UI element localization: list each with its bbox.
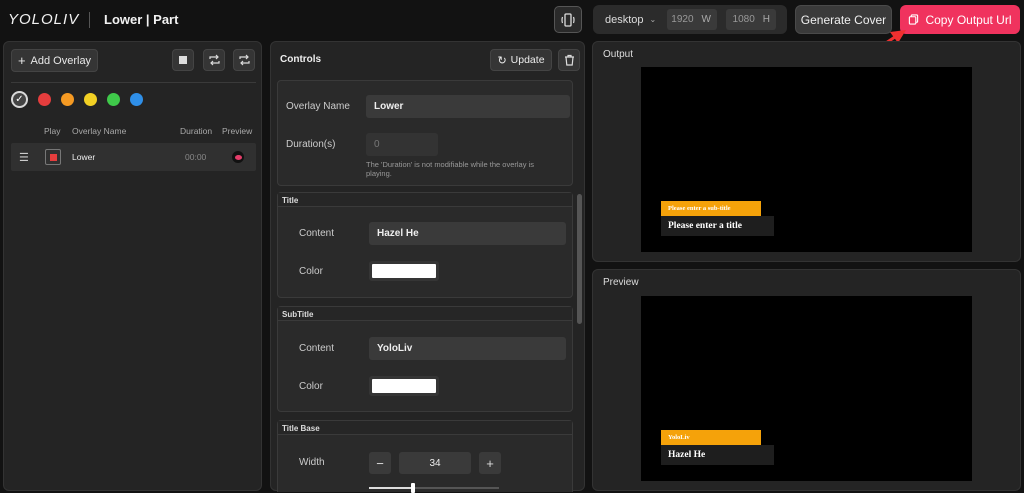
copy-output-url-label: Copy Output Url bbox=[925, 12, 1012, 27]
title-color-label: Color bbox=[299, 266, 323, 277]
height-value: 1080 bbox=[732, 14, 755, 25]
preview-panel: Preview YoloLiv Hazel He bbox=[592, 269, 1021, 491]
title-base-card: Title Base Width − 34 + bbox=[277, 420, 573, 493]
col-overlay-name: Overlay Name bbox=[72, 126, 127, 136]
duration-note: The 'Duration' is not modifiable while t… bbox=[366, 160, 534, 178]
width-value: 1920 bbox=[671, 14, 694, 25]
overlay-name-label: Overlay Name bbox=[286, 101, 350, 112]
delete-button[interactable] bbox=[558, 49, 580, 71]
stop-all-button[interactable] bbox=[172, 49, 194, 71]
output-label: Output bbox=[603, 49, 634, 60]
overlay-name-input[interactable]: Lower bbox=[366, 95, 570, 118]
preview-lower-third-title: Hazel He bbox=[661, 445, 774, 465]
preview-canvas: YoloLiv Hazel He bbox=[641, 296, 972, 481]
subtitle-section-header: SubTitle bbox=[278, 307, 572, 321]
copy-icon bbox=[909, 14, 919, 25]
trash-icon bbox=[564, 54, 574, 66]
app-logo: YOLOLIV bbox=[8, 11, 80, 28]
duration-label: Duration(s) bbox=[286, 139, 336, 150]
color-dot-blue[interactable] bbox=[130, 93, 143, 106]
preview-toggle-icon[interactable] bbox=[232, 151, 244, 163]
title-base-section-header: Title Base bbox=[278, 421, 572, 435]
add-overlay-button[interactable]: + Add Overlay bbox=[11, 49, 98, 72]
device-select-value: desktop bbox=[605, 13, 644, 26]
resolution-group: desktop ⌄ 1920 W 1080 H bbox=[593, 5, 787, 34]
rotate-device-icon bbox=[561, 12, 575, 27]
col-play: Play bbox=[44, 126, 61, 136]
width-input[interactable]: 1920 W bbox=[667, 9, 717, 30]
controls-scrollbar[interactable] bbox=[577, 194, 582, 324]
width-slider[interactable] bbox=[369, 483, 499, 493]
play-stop-button[interactable] bbox=[45, 149, 61, 165]
subtitle-content-label: Content bbox=[299, 343, 335, 354]
device-select[interactable]: desktop ⌄ bbox=[599, 10, 662, 29]
repeat-button[interactable] bbox=[233, 49, 255, 71]
update-button[interactable]: ↻ Update bbox=[490, 49, 552, 71]
title-color-swatch bbox=[372, 264, 436, 278]
stop-icon bbox=[49, 153, 57, 161]
color-dot-yellow[interactable] bbox=[84, 93, 97, 106]
loop-button[interactable] bbox=[203, 49, 225, 71]
copy-output-url-button[interactable]: Copy Output Url bbox=[900, 5, 1020, 34]
subtitle-color-picker[interactable] bbox=[369, 376, 439, 396]
chevron-down-icon: ⌄ bbox=[649, 15, 657, 24]
overlay-name: Lower bbox=[72, 152, 96, 162]
stop-icon bbox=[179, 56, 187, 64]
toolbar-divider bbox=[11, 82, 256, 83]
output-panel: Output Please enter a sub-title Please e… bbox=[592, 41, 1021, 262]
subtitle-card: SubTitle Content YoloLiv Color bbox=[277, 306, 573, 412]
add-overlay-label: Add Overlay bbox=[30, 54, 92, 67]
table-row[interactable]: ☰ Lower 00:00 bbox=[11, 143, 256, 171]
loop-icon bbox=[208, 54, 220, 66]
title-section-header: Title bbox=[278, 193, 572, 207]
subtitle-color-swatch bbox=[372, 379, 436, 393]
header-divider bbox=[89, 12, 90, 28]
height-unit: H bbox=[762, 14, 770, 25]
color-dot-orange[interactable] bbox=[61, 93, 74, 106]
update-label: Update bbox=[510, 54, 545, 66]
width-slider-handle[interactable] bbox=[411, 483, 416, 493]
refresh-icon: ↻ bbox=[497, 54, 507, 67]
width-label: Width bbox=[299, 457, 325, 468]
preview-lower-third-subtitle: YoloLiv bbox=[661, 430, 761, 445]
duration-input[interactable]: 0 bbox=[366, 133, 438, 156]
color-dot-red[interactable] bbox=[38, 93, 51, 106]
color-dot-green[interactable] bbox=[107, 93, 120, 106]
eye-icon bbox=[234, 154, 242, 160]
col-duration: Duration bbox=[180, 126, 213, 136]
rotate-orientation-button[interactable] bbox=[554, 6, 582, 33]
preview-label: Preview bbox=[603, 277, 639, 288]
general-card: Overlay Name Lower Duration(s) 0 The 'Du… bbox=[277, 80, 573, 186]
overlay-table-header: Play Overlay Name Duration Preview bbox=[11, 126, 256, 140]
output-canvas: Please enter a sub-title Please enter a … bbox=[641, 67, 972, 252]
title-card: Title Content Hazel He Color bbox=[277, 192, 573, 298]
project-title: Lower | Part bbox=[104, 12, 179, 27]
color-filter: ✓ bbox=[11, 91, 143, 108]
col-preview: Preview bbox=[222, 126, 253, 136]
overlay-duration: 00:00 bbox=[185, 152, 207, 162]
width-value-input[interactable]: 34 bbox=[399, 452, 471, 474]
height-input[interactable]: 1080 H bbox=[726, 9, 776, 30]
overlay-list-panel: + Add Overlay ✓ Play Overlay Name Durati… bbox=[3, 41, 262, 491]
controls-panel: Controls ↻ Update Overlay Name Lower Dur… bbox=[270, 41, 585, 493]
output-lower-third-subtitle: Please enter a sub-title bbox=[661, 201, 761, 216]
controls-title: Controls bbox=[280, 54, 322, 65]
width-slider-fill bbox=[369, 487, 414, 489]
width-decrement-button[interactable]: − bbox=[369, 452, 391, 474]
plus-icon: + bbox=[17, 52, 26, 68]
width-increment-button[interactable]: + bbox=[479, 452, 501, 474]
subtitle-content-input[interactable]: YoloLiv bbox=[369, 337, 566, 360]
title-color-picker[interactable] bbox=[369, 261, 439, 281]
repeat-icon bbox=[238, 54, 250, 66]
output-lower-third-title: Please enter a title bbox=[661, 216, 774, 236]
drag-handle-icon[interactable]: ☰ bbox=[19, 151, 29, 164]
all-colors-check-icon[interactable]: ✓ bbox=[11, 91, 28, 108]
width-unit: W bbox=[701, 14, 711, 25]
title-content-label: Content bbox=[299, 228, 335, 239]
subtitle-color-label: Color bbox=[299, 381, 323, 392]
title-content-input[interactable]: Hazel He bbox=[369, 222, 566, 245]
